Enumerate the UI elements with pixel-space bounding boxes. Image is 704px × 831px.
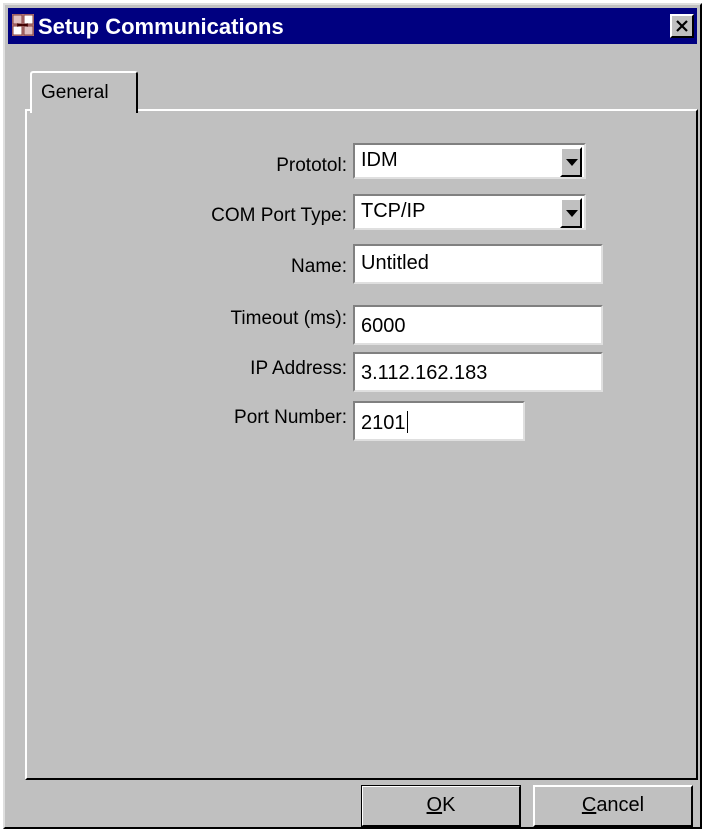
ok-button[interactable]: OK — [361, 785, 521, 827]
chevron-down-icon — [566, 159, 578, 166]
chevron-down-icon — [566, 210, 578, 217]
close-button[interactable] — [670, 14, 694, 38]
cancel-mnemonic: C — [581, 794, 597, 816]
protocol-select[interactable]: IDM — [353, 143, 586, 179]
name-input[interactable]: Untitled — [353, 244, 603, 284]
name-label: Name: — [291, 256, 347, 277]
ok-mnemonic: O — [426, 794, 443, 816]
tab-general[interactable]: General — [30, 71, 138, 113]
close-icon — [676, 20, 688, 32]
ip-address-value: 3.112.162.183 — [361, 362, 488, 384]
protocol-dropdown-button[interactable] — [560, 147, 582, 177]
tab-general-label: General — [41, 82, 109, 103]
ok-label-rest: K — [442, 794, 456, 816]
port-number-label: Port Number: — [234, 407, 347, 428]
com-port-type-dropdown-button[interactable] — [560, 198, 582, 228]
protocol-value: IDM — [361, 149, 398, 171]
setup-communications-dialog: Setup Communications General Prototol: I… — [3, 3, 702, 829]
com-port-type-label: COM Port Type: — [211, 205, 347, 226]
name-value: Untitled — [361, 252, 429, 274]
timeout-value: 6000 — [361, 315, 406, 337]
title-bar[interactable]: Setup Communications — [8, 8, 697, 44]
com-port-type-select[interactable]: TCP/IP — [353, 194, 586, 230]
cancel-label-rest: ancel — [596, 794, 645, 816]
ip-address-input[interactable]: 3.112.162.183 — [353, 352, 603, 392]
cancel-button[interactable]: Cancel — [533, 785, 693, 827]
timeout-input[interactable]: 6000 — [353, 305, 603, 345]
ip-address-label: IP Address: — [250, 358, 347, 379]
port-number-input[interactable]: 2101 — [353, 401, 525, 441]
protocol-label: Prototol: — [276, 155, 347, 176]
port-number-value: 2101 — [361, 412, 406, 434]
text-cursor — [406, 411, 408, 433]
window-title: Setup Communications — [38, 14, 284, 39]
timeout-label: Timeout (ms): — [230, 308, 347, 329]
com-port-type-value: TCP/IP — [361, 200, 426, 222]
app-icon — [12, 14, 34, 36]
